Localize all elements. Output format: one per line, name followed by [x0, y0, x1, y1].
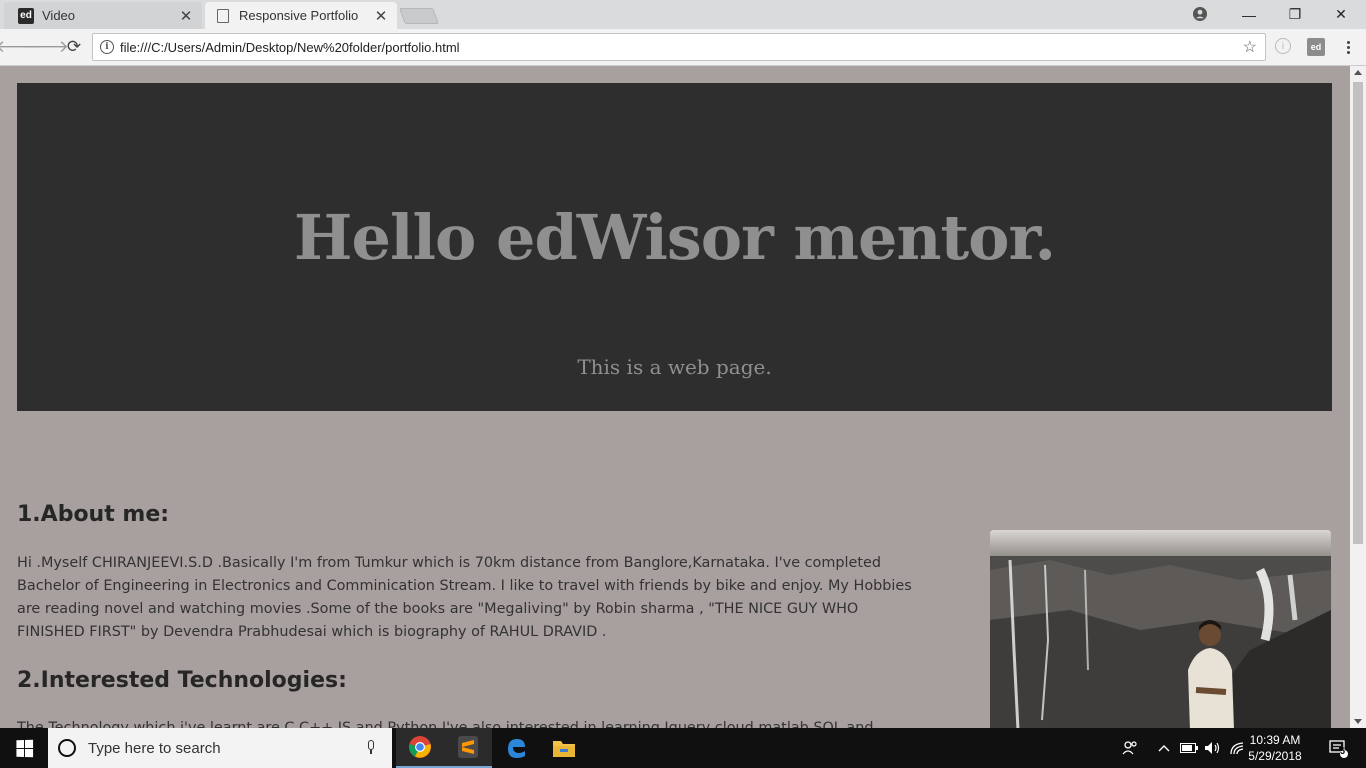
microphone-icon[interactable]: [366, 740, 376, 756]
battery-icon[interactable]: [1178, 728, 1200, 768]
action-center-icon[interactable]: 5: [1318, 728, 1358, 768]
address-bar[interactable]: i file:///C:/Users/Admin/Desktop/New%20f…: [92, 33, 1266, 61]
reload-icon[interactable]: ⟳: [63, 36, 85, 58]
page-icon: [217, 8, 229, 23]
minimize-button[interactable]: —: [1226, 0, 1272, 29]
search-placeholder[interactable]: Type here to search: [88, 740, 366, 757]
close-tab-icon[interactable]: ✕: [178, 8, 194, 25]
scroll-up-arrow-icon[interactable]: [1354, 70, 1362, 75]
show-hidden-icons-chevron-icon[interactable]: [1154, 728, 1174, 768]
extension-info-icon[interactable]: i: [1275, 38, 1291, 54]
technologies-text: The Technology which i've learnt are C,C…: [17, 720, 874, 728]
close-tab-icon[interactable]: ✕: [373, 8, 389, 25]
page-scrollbar[interactable]: [1350, 66, 1366, 728]
edge-icon[interactable]: [492, 728, 540, 768]
volume-icon[interactable]: [1202, 728, 1224, 768]
about-text: Hi .Myself CHIRANJEEVI.S.D .Basically I'…: [17, 555, 912, 640]
hero-subtitle: This is a web page.: [577, 355, 772, 379]
chrome-icon[interactable]: [396, 728, 444, 768]
edwisor-extension-icon[interactable]: ed: [1307, 38, 1325, 56]
restore-button[interactable]: ❐: [1272, 0, 1318, 29]
browser-toolbar: 🡐 🡒 ⟳ i file:///C:/Users/Admin/Desktop/N…: [0, 29, 1366, 66]
tab-title: Video: [42, 8, 76, 23]
bookmark-star-icon[interactable]: ☆: [1243, 37, 1257, 57]
taskbar-clock[interactable]: 10:39 AM 5/29/2018: [1245, 732, 1305, 764]
windows-taskbar: Type here to search 10:39 AM 5/29/2018 5: [0, 728, 1366, 768]
people-icon[interactable]: [1118, 728, 1142, 768]
tab-responsive-portfolio[interactable]: Responsive Portfolio ✕: [205, 2, 397, 29]
taskbar-search[interactable]: Type here to search: [48, 728, 392, 768]
scrollbar-thumb[interactable]: [1353, 82, 1363, 544]
browser-menu-icon[interactable]: [1340, 37, 1356, 57]
cortana-icon: [58, 739, 76, 757]
clock-time: 10:39 AM: [1249, 733, 1301, 747]
windows-logo-icon: [15, 739, 33, 757]
tab-video[interactable]: ed Video ✕: [4, 2, 202, 29]
technologies-heading: 2.Interested Technologies:: [17, 668, 347, 693]
hero-title: Hello edWisor mentor.: [293, 201, 1056, 274]
browser-tab-strip: ed Video ✕ Responsive Portfolio ✕ — ❐ ✕: [0, 0, 1366, 29]
start-button[interactable]: [0, 728, 48, 768]
tab-title: Responsive Portfolio: [239, 8, 359, 23]
notification-count: 5: [1340, 746, 1346, 756]
scroll-down-arrow-icon[interactable]: [1354, 719, 1362, 724]
page-viewport: Hello edWisor mentor. This is a web page…: [0, 66, 1350, 728]
close-window-button[interactable]: ✕: [1318, 0, 1364, 29]
file-explorer-icon[interactable]: [540, 728, 588, 768]
hero-banner: Hello edWisor mentor. This is a web page…: [17, 83, 1332, 411]
new-tab-button[interactable]: [399, 8, 439, 24]
profile-icon[interactable]: [1188, 4, 1212, 24]
forward-arrow-icon[interactable]: 🡒: [23, 36, 69, 58]
sublime-text-icon[interactable]: [444, 728, 492, 768]
edwisor-favicon-icon: ed: [18, 7, 34, 24]
site-info-icon[interactable]: i: [100, 40, 114, 54]
clock-date: 5/29/2018: [1248, 749, 1302, 763]
profile-photo: [990, 530, 1331, 728]
address-url[interactable]: file:///C:/Users/Admin/Desktop/New%20fol…: [120, 40, 1243, 55]
about-heading: 1.About me:: [17, 502, 170, 527]
